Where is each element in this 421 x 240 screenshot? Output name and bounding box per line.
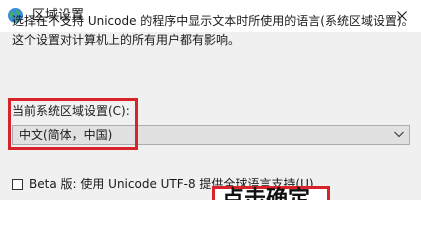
region-settings-window: 区域设置 选择在不支持 Unicode 的程序中显示文本时所使用的语言(系统区域… bbox=[0, 0, 421, 200]
beta-checkbox[interactable] bbox=[12, 178, 23, 190]
chevron-down-icon bbox=[394, 131, 404, 138]
highlight-box bbox=[8, 98, 138, 150]
annotation-text: 点击确定 bbox=[222, 187, 311, 201]
description-text: 选择在不支持 Unicode 的程序中显示文本时所使用的语言(系统区域设置)。这… bbox=[12, 14, 414, 47]
